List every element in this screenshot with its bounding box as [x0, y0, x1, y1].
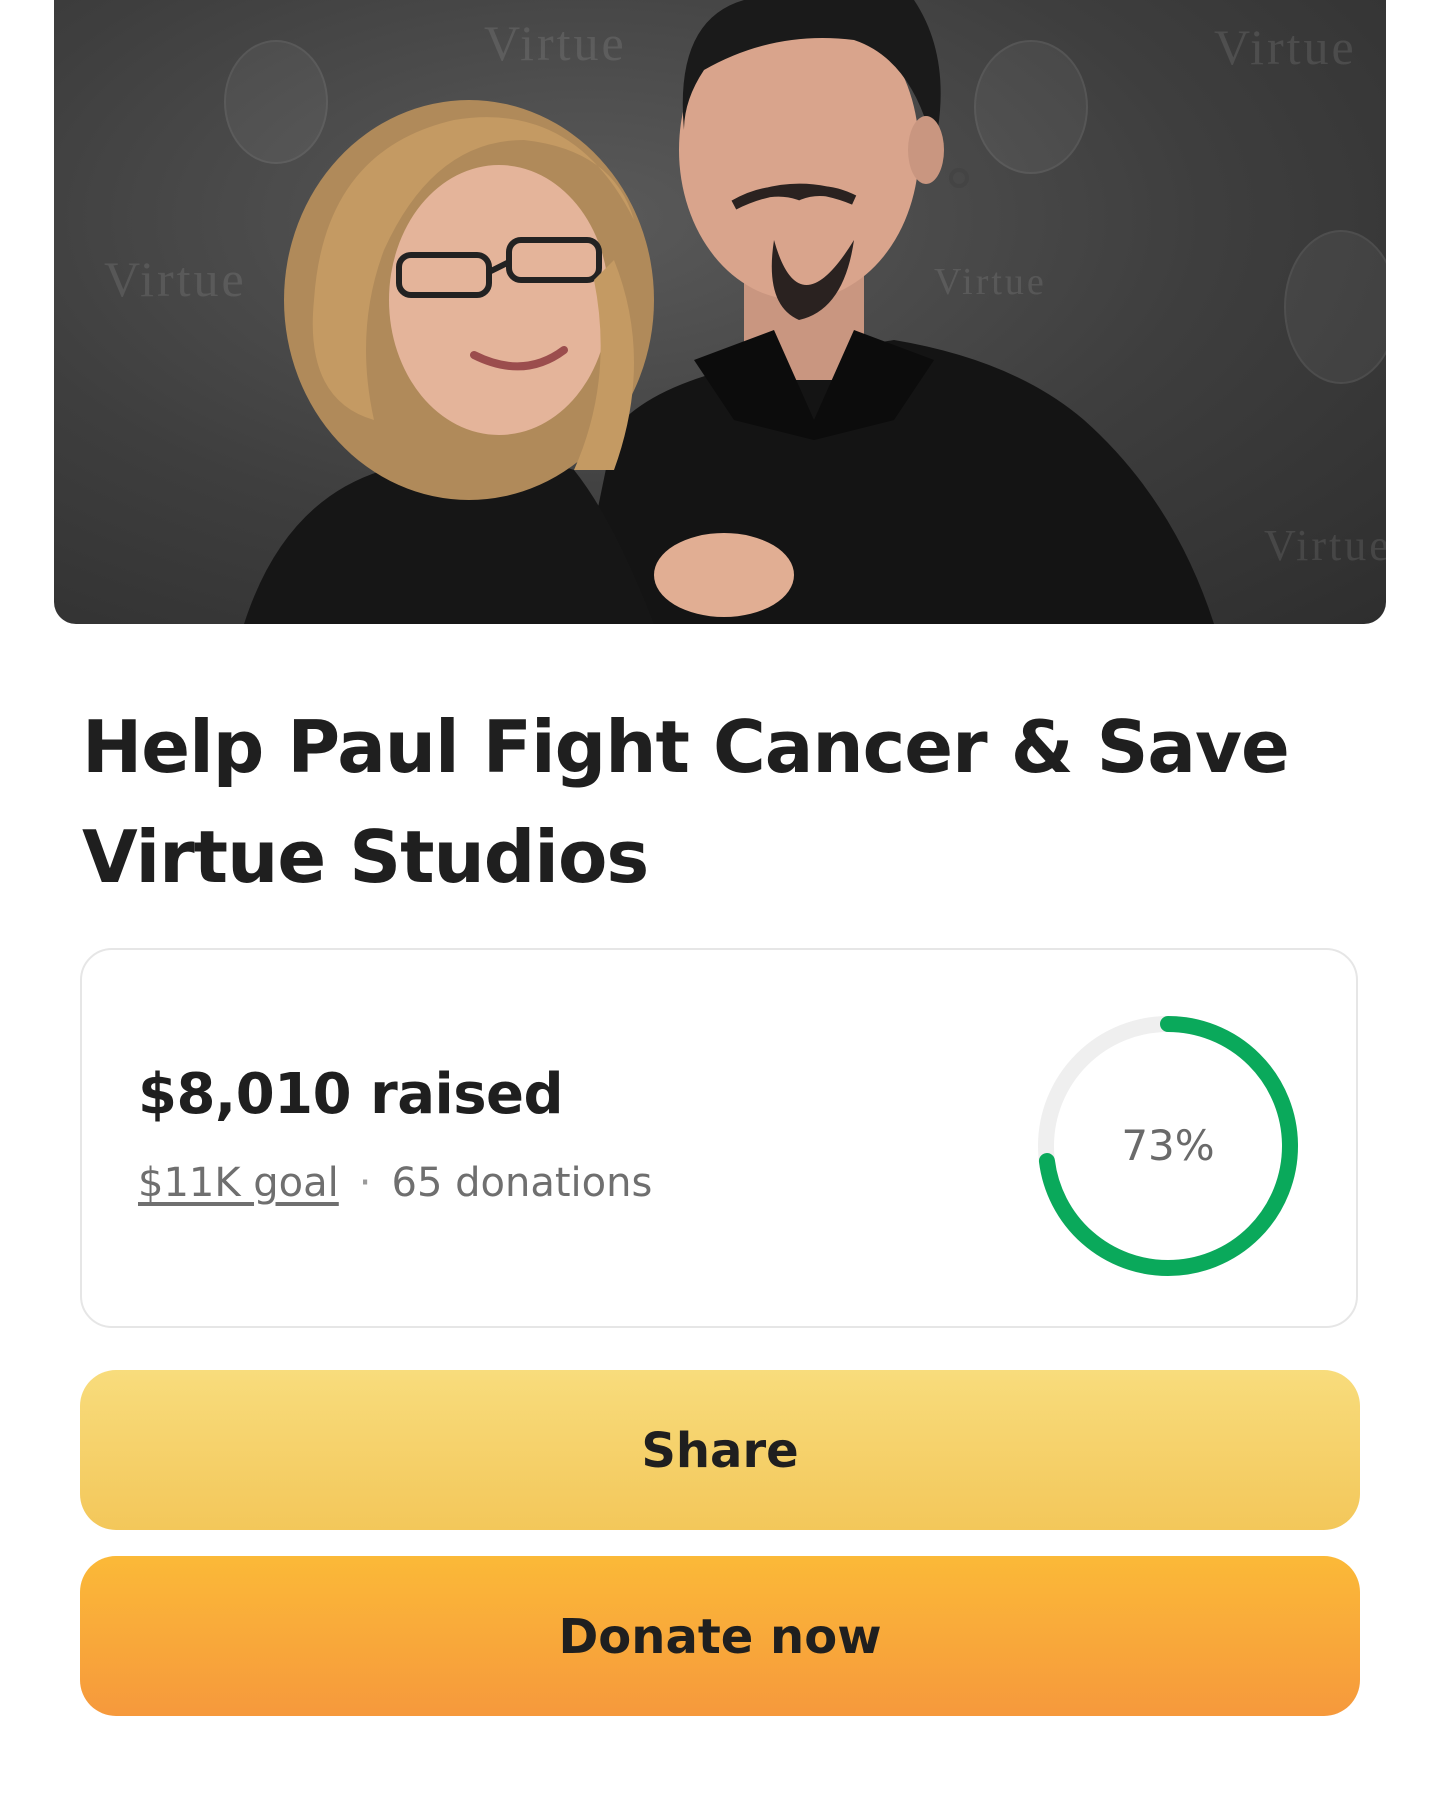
goal-link[interactable]: $11K goal: [138, 1160, 339, 1206]
progress-ring: 73%: [1028, 1006, 1308, 1286]
campaign-title: Help Paul Fight Cancer & Save Virtue Stu…: [82, 705, 1290, 899]
donate-now-button[interactable]: Donate now: [80, 1556, 1360, 1716]
progress-percent: 73%: [1121, 1121, 1215, 1170]
share-button[interactable]: Share: [80, 1370, 1360, 1530]
couple-illustration: [244, 0, 1214, 624]
campaign-photo[interactable]: Virtue Virtue Virtue Virtue Virtue: [54, 0, 1386, 624]
raised-amount: $8,010: [138, 1062, 352, 1127]
donations-count: 65 donations: [391, 1160, 653, 1206]
separator-dot: ·: [358, 1160, 372, 1206]
raised-suffix: raised: [370, 1062, 564, 1127]
goal-and-donations: $11K goal · 65 donations: [138, 1160, 652, 1206]
fundraising-stats-card: $8,010 raised $11K goal · 65 donations 73%: [80, 948, 1358, 1328]
amount-raised: $8,010 raised: [138, 1062, 564, 1127]
